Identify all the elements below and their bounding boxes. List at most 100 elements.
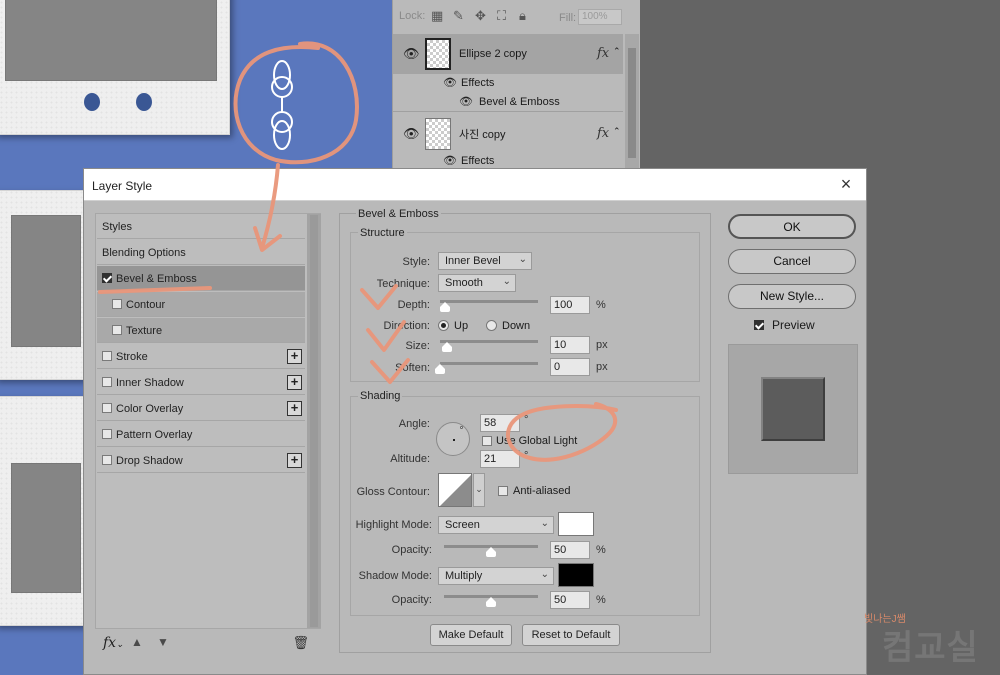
lock-paint-icon[interactable]: ✎ [453,8,464,24]
effects-row[interactable]: 👁︎ Effects [393,74,623,92]
bevel-emboss-checkbox[interactable] [102,273,112,283]
list-item-stroke[interactable]: Stroke + [97,344,305,369]
slider-track [440,340,538,343]
fill-input[interactable]: 100% [578,9,622,25]
highlight-opacity-input[interactable]: 50 [550,541,590,559]
size-input[interactable]: 10 [550,336,590,354]
cancel-button[interactable]: Cancel [728,249,856,274]
shadow-opacity-input[interactable]: 50 [550,591,590,609]
layer-fx-icon[interactable]: fx [597,126,609,141]
lock-artboard-icon[interactable]: ⛶ [497,8,506,24]
highlight-mode-value: Screen [445,519,480,531]
slider-knob[interactable] [441,342,452,352]
texture-checkbox[interactable] [112,325,122,335]
slider-knob[interactable] [435,364,445,374]
chevron-down-icon[interactable]: ⌄ [473,473,485,507]
direction-down-radio[interactable] [486,320,497,331]
use-global-light-checkbox[interactable] [482,436,492,446]
move-down-icon[interactable]: ▼ [157,635,169,649]
slider-knob[interactable] [486,547,496,557]
shadow-mode-dropdown[interactable]: Multiply ⌄ [438,567,554,585]
technique-dropdown[interactable]: Smooth ⌄ [438,274,516,292]
preview-checkbox[interactable] [754,320,764,330]
layer-row-photo[interactable]: 👁︎ 사진 copy fx ⌃ [393,114,623,152]
slider-track [440,300,538,303]
pattern-overlay-checkbox[interactable] [102,429,112,439]
preview-label[interactable]: Preview [772,318,815,332]
soften-slider[interactable] [435,359,538,374]
effects-eye-icon[interactable]: 👁︎ [443,154,457,167]
contour-checkbox[interactable] [112,299,122,309]
effect-row-bevel[interactable]: 👁︎ Bevel & Emboss [393,92,623,112]
use-global-light-label[interactable]: Use Global Light [496,435,577,447]
angle-input[interactable]: 58 [480,414,520,432]
list-item-label: Color Overlay [116,403,184,415]
dial-handle[interactable] [460,426,463,429]
direction-up-label[interactable]: Up [454,320,468,332]
highlight-opacity-slider[interactable] [444,542,538,557]
close-icon[interactable]: × [834,173,858,195]
lock-position-icon[interactable]: ✥ [475,8,486,24]
anti-aliased-label[interactable]: Anti-aliased [513,485,570,497]
depth-input[interactable]: 100 [550,296,590,314]
list-item-blending-options[interactable]: Blending Options [97,240,305,265]
list-item-color-overlay[interactable]: Color Overlay + [97,396,305,421]
highlight-color-swatch[interactable] [558,512,594,536]
layer-fx-icon[interactable]: fx [597,46,609,61]
reset-to-default-button[interactable]: Reset to Default [522,624,620,646]
angle-dial[interactable] [436,422,470,456]
lock-all-icon[interactable]: 🔒︎ [519,8,526,24]
depth-slider[interactable] [439,297,538,312]
color-overlay-checkbox[interactable] [102,403,112,413]
expand-chevron-icon[interactable]: ⌃ [613,46,621,57]
direction-up-radio[interactable] [438,320,449,331]
technique-value: Smooth [445,277,483,289]
effects-eye-icon[interactable]: 👁︎ [443,76,457,89]
altitude-input[interactable]: 21 [480,450,520,468]
visibility-eye-icon[interactable]: 👁︎ [403,126,420,142]
style-dropdown[interactable]: Inner Bevel ⌄ [438,252,532,270]
trash-icon[interactable]: 🗑 [292,635,309,651]
list-item-inner-shadow[interactable]: Inner Shadow + [97,370,305,395]
gloss-contour-preview[interactable] [438,473,472,507]
slider-knob[interactable] [486,597,496,607]
shadow-opacity-slider[interactable] [444,592,538,607]
soften-input[interactable]: 0 [550,358,590,376]
move-up-icon[interactable]: ▲ [131,635,143,649]
add-color-overlay-plus-icon[interactable]: + [287,401,302,416]
list-item-styles[interactable]: Styles [97,214,305,239]
scrollbar-thumb[interactable] [628,48,636,158]
layer-row-ellipse[interactable]: 👁︎ Ellipse 2 copy fx ⌃ [393,34,623,74]
inner-shadow-checkbox[interactable] [102,377,112,387]
highlight-mode-dropdown[interactable]: Screen ⌄ [438,516,554,534]
list-item-texture[interactable]: Texture [97,318,305,343]
fill-label: Fill: [559,12,577,24]
anti-aliased-checkbox[interactable] [498,486,508,496]
style-list-scrollbar[interactable] [307,214,321,628]
stroke-checkbox[interactable] [102,351,112,361]
list-item-drop-shadow[interactable]: Drop Shadow + [97,448,305,473]
make-default-button[interactable]: Make Default [430,624,512,646]
shadow-color-swatch[interactable] [558,563,594,587]
fx-menu-icon[interactable]: fx⌄ [103,635,124,651]
list-item-contour[interactable]: Contour [97,292,305,317]
effect-eye-icon[interactable]: 👁︎ [459,95,473,108]
visibility-eye-icon[interactable]: 👁︎ [403,46,420,62]
drop-shadow-checkbox[interactable] [102,455,112,465]
add-drop-shadow-plus-icon[interactable]: + [287,453,302,468]
new-style-button[interactable]: New Style... [728,284,856,309]
dialog-titlebar[interactable]: Layer Style × [84,169,866,201]
add-stroke-plus-icon[interactable]: + [287,349,302,364]
list-item-pattern-overlay[interactable]: Pattern Overlay [97,422,305,447]
size-slider[interactable] [440,337,538,352]
ok-button[interactable]: OK [728,214,856,239]
expand-chevron-icon[interactable]: ⌃ [613,126,621,137]
list-item-bevel-emboss[interactable]: Bevel & Emboss [97,266,305,291]
lock-transparent-icon[interactable]: ▦ [431,8,443,24]
list-item-label: Styles [102,221,132,233]
slider-knob[interactable] [439,302,450,312]
layers-scrollbar[interactable] [625,34,639,170]
add-inner-shadow-plus-icon[interactable]: + [287,375,302,390]
direction-down-label[interactable]: Down [502,320,530,332]
scrollbar-thumb[interactable] [310,215,318,627]
